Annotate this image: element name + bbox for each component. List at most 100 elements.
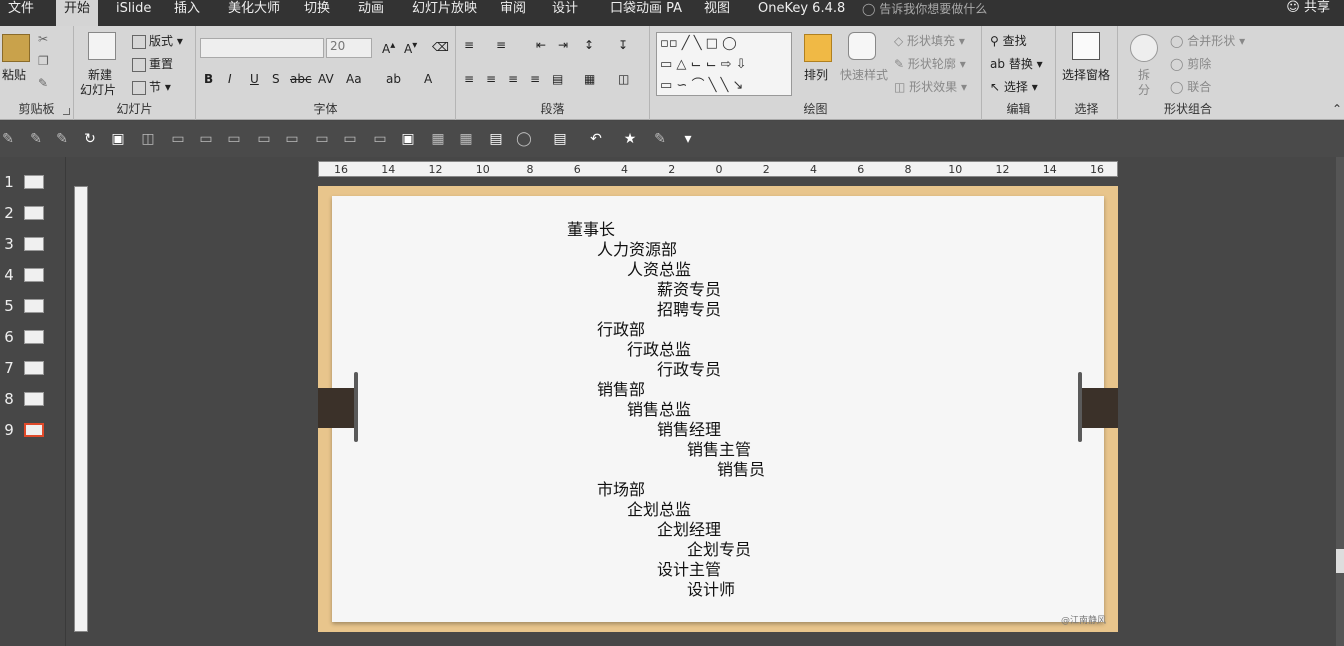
- quick-styles-icon[interactable]: [848, 32, 876, 60]
- clear-format-icon[interactable]: ⌫: [432, 40, 449, 54]
- decrease-indent-icon[interactable]: ⇤: [536, 38, 546, 52]
- justify-icon[interactable]: ≡: [530, 72, 540, 86]
- animation-icon[interactable]: ★: [622, 131, 638, 147]
- textbox-tool-icon[interactable]: ▤: [488, 131, 504, 147]
- shapes-gallery[interactable]: ▫▫ ╱ ╲ □ ◯ ▭ △ ⌙ ⌙ ⇨ ⇩ ▭ ∽ ⌒ ╲ ╲ ↘: [656, 32, 792, 96]
- format-painter-icon[interactable]: ✎: [38, 76, 48, 90]
- grow-font-icon[interactable]: A▴: [382, 40, 395, 56]
- shape-fill-button[interactable]: 形状填充: [907, 34, 955, 48]
- bold-icon[interactable]: B: [204, 72, 213, 86]
- slide-thumbnail[interactable]: 3: [0, 235, 66, 257]
- textbox-dropdown-icon[interactable]: ▤: [552, 131, 568, 147]
- smartart-icon[interactable]: ◫: [618, 72, 629, 86]
- reset-button[interactable]: 重置: [149, 57, 173, 71]
- select-button[interactable]: 选择: [1004, 80, 1028, 94]
- save-icon[interactable]: ▣: [110, 131, 126, 147]
- menu-tab[interactable]: 动画: [350, 0, 392, 26]
- font-size-combo[interactable]: 20: [326, 38, 372, 58]
- vertical-scrollbar-thumb[interactable]: [1336, 549, 1344, 573]
- font-color-icon[interactable]: A: [424, 72, 432, 86]
- align-top-tool-icon[interactable]: ▭: [314, 131, 330, 147]
- share-button[interactable]: ☺ 共享: [1286, 0, 1330, 16]
- preview-icon[interactable]: ◫: [140, 131, 156, 147]
- align-center-tool-icon[interactable]: ▭: [198, 131, 214, 147]
- slide-canvas[interactable]: 董事长 人力资源部 人资总监 薪资专员 招聘专员 行政部 行政总监 行政专员 销售部 销售总监 销售…: [318, 186, 1118, 632]
- slide-thumbnail[interactable]: 7: [0, 359, 66, 381]
- slide-thumbnail[interactable]: 2: [0, 204, 66, 226]
- slide-thumbnail[interactable]: 4: [0, 266, 66, 288]
- strikethrough-icon[interactable]: abc: [290, 72, 312, 86]
- slide-thumbnail[interactable]: 6: [0, 328, 66, 350]
- align-center-icon[interactable]: ≡: [486, 72, 496, 86]
- increase-indent-icon[interactable]: ⇥: [558, 38, 568, 52]
- merge-shapes-button[interactable]: 合并形状: [1187, 34, 1235, 48]
- numbering-icon[interactable]: ≡: [496, 38, 506, 52]
- eyedropper-icon[interactable]: ✎: [0, 131, 16, 147]
- find-button[interactable]: 查找: [1003, 34, 1027, 48]
- change-case-icon[interactable]: Aa: [346, 72, 362, 86]
- shadow-icon[interactable]: S: [272, 72, 280, 86]
- paste-icon[interactable]: [2, 34, 30, 62]
- align-middle-tool-icon[interactable]: ▭: [342, 131, 358, 147]
- slide-thumbnail[interactable]: 9: [0, 421, 66, 443]
- selection-pane-icon[interactable]: [1072, 32, 1100, 60]
- text-direction-icon[interactable]: ↧: [618, 38, 628, 52]
- italic-icon[interactable]: I: [228, 72, 232, 86]
- columns-icon[interactable]: ▦: [584, 72, 595, 86]
- menu-tab[interactable]: 视图: [696, 0, 738, 26]
- shape-effects-button[interactable]: 形状效果: [909, 80, 957, 94]
- brush-icon[interactable]: ✎: [652, 131, 668, 147]
- split-icon[interactable]: [1130, 34, 1158, 62]
- menu-tab[interactable]: 口袋动画 PA: [602, 0, 690, 26]
- shapes-tool-icon[interactable]: ◯: [516, 131, 532, 147]
- slide-thumbnail[interactable]: 8: [0, 390, 66, 412]
- line-spacing-icon[interactable]: ↕: [584, 38, 594, 52]
- selection-pane-button[interactable]: 选择窗格: [1062, 66, 1110, 83]
- vertical-scrollbar[interactable]: [1336, 157, 1344, 646]
- cut-shapes-button[interactable]: 剪除: [1187, 57, 1211, 71]
- section-button[interactable]: 节: [149, 80, 161, 94]
- menu-tab[interactable]: 美化大师: [220, 0, 288, 26]
- menu-tab[interactable]: 设计: [544, 0, 586, 26]
- shrink-font-icon[interactable]: A▾: [404, 40, 417, 56]
- copy-icon[interactable]: ❐: [38, 54, 49, 68]
- menu-tab[interactable]: 文件: [0, 0, 42, 26]
- highlight-icon[interactable]: ab: [386, 72, 401, 86]
- distribute-tool-icon[interactable]: ▭: [284, 131, 300, 147]
- undo-icon[interactable]: ↶: [588, 131, 604, 147]
- group-tool-icon[interactable]: ▦: [430, 131, 446, 147]
- menu-tab[interactable]: iSlide: [108, 0, 159, 26]
- ungroup-tool-icon[interactable]: ▦: [458, 131, 474, 147]
- menu-tab[interactable]: 审阅: [492, 0, 534, 26]
- align-right-icon[interactable]: ≡: [508, 72, 518, 86]
- new-slide-icon[interactable]: [88, 32, 116, 60]
- collapse-ribbon-icon[interactable]: ⌃: [1332, 102, 1342, 116]
- menu-tab[interactable]: 幻灯片放映: [404, 0, 485, 26]
- redo-icon[interactable]: ↻: [82, 131, 98, 147]
- slide-thumbnail[interactable]: 1: [0, 173, 66, 195]
- bullets-icon[interactable]: ≡: [464, 38, 474, 52]
- spacing-icon[interactable]: AV: [318, 72, 334, 86]
- replace-button[interactable]: 替换: [1009, 57, 1033, 71]
- align-right-tool-icon[interactable]: ▭: [256, 131, 272, 147]
- shape-outline-button[interactable]: 形状轮廓: [908, 57, 956, 71]
- align-vertical-tool-icon[interactable]: ▭: [372, 131, 388, 147]
- layout-button[interactable]: 版式: [149, 34, 173, 48]
- menu-tab[interactable]: 开始: [56, 0, 99, 26]
- presenter-icon[interactable]: ▣: [400, 131, 416, 147]
- align-left-tool-icon[interactable]: ▭: [170, 131, 186, 147]
- underline-icon[interactable]: U: [250, 72, 259, 86]
- eyedropper-3-icon[interactable]: ✎: [54, 131, 70, 147]
- align-left-icon[interactable]: ≡: [464, 72, 474, 86]
- align-bottom-tool-icon[interactable]: ▭: [226, 131, 242, 147]
- customize-qat-icon[interactable]: ▾: [680, 131, 696, 147]
- menu-tab[interactable]: OneKey 6.4.8: [750, 0, 853, 26]
- cut-icon[interactable]: ✂: [38, 32, 48, 46]
- menu-tab[interactable]: 插入: [166, 0, 208, 26]
- distributed-icon[interactable]: ▤: [552, 72, 563, 86]
- eyedropper-2-icon[interactable]: ✎: [28, 131, 44, 147]
- paste-button[interactable]: 粘贴: [2, 66, 26, 83]
- slide-thumbnail[interactable]: 5: [0, 297, 66, 319]
- tell-me-input[interactable]: ◯ 告诉我你想要做什么: [862, 0, 987, 18]
- quick-styles-button[interactable]: 快速样式: [840, 66, 888, 83]
